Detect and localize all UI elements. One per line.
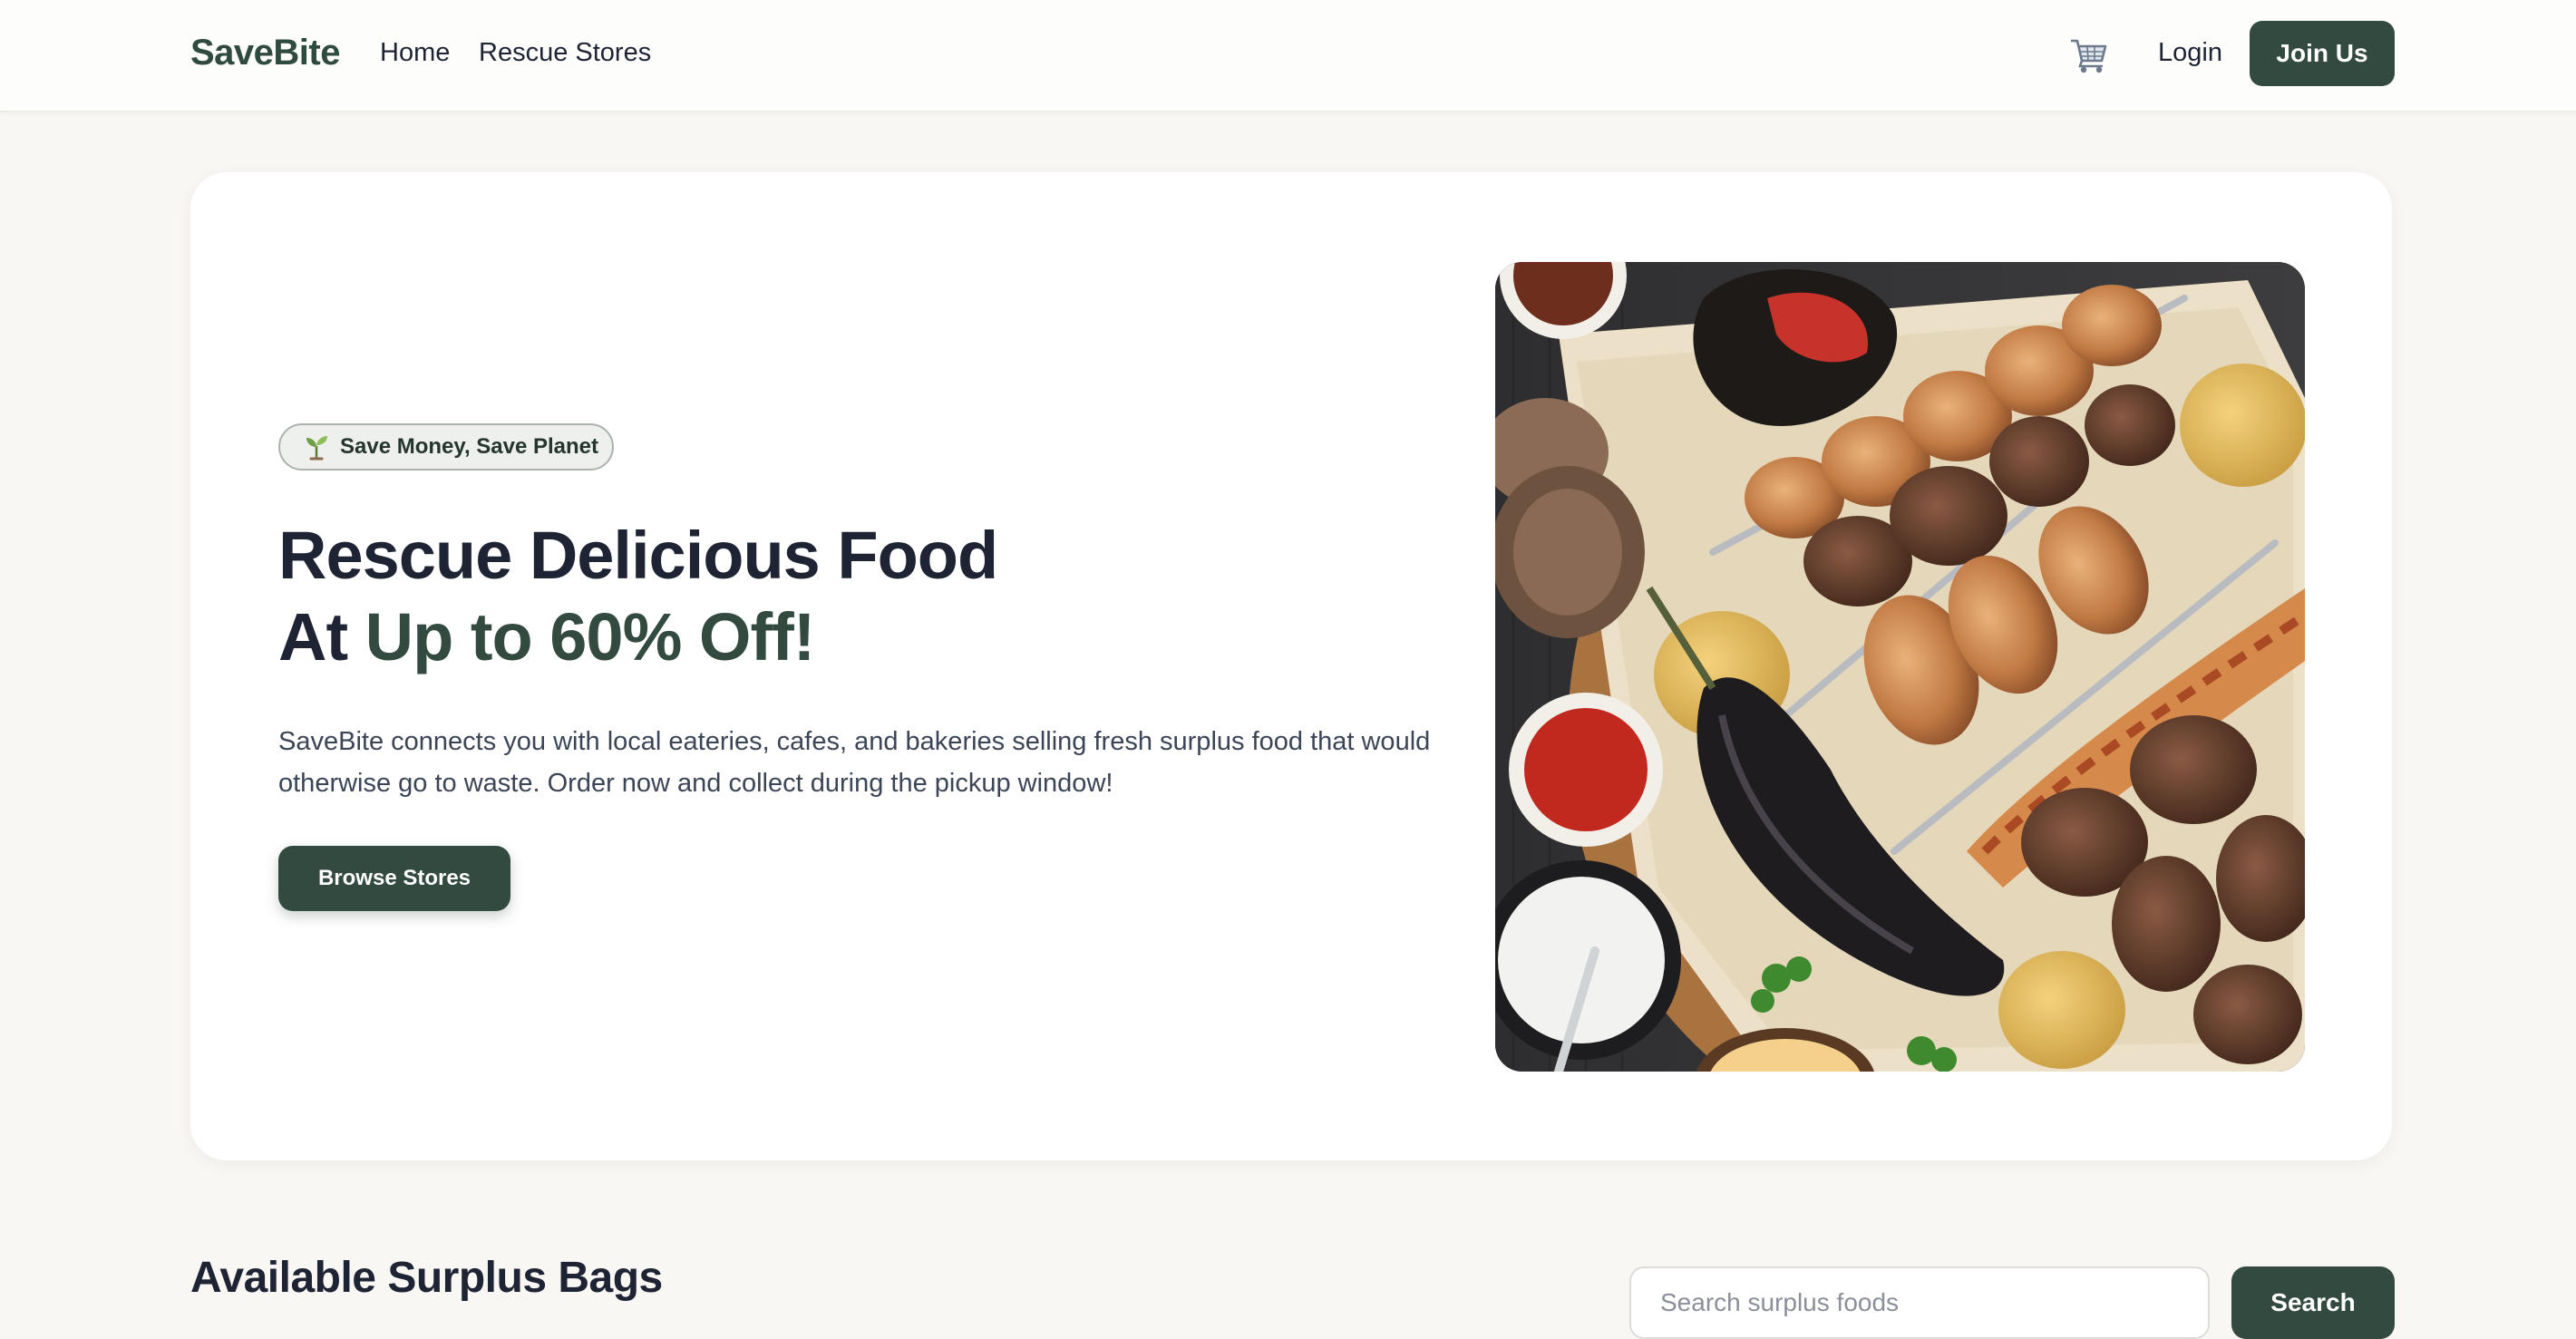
brand-logo[interactable]: SaveBite xyxy=(190,33,340,73)
seedling-icon xyxy=(304,433,329,461)
hero-title-line1: Rescue Delicious Food xyxy=(278,518,998,593)
hero-title: Rescue Delicious Food At Up to 60% Off! xyxy=(278,515,998,678)
browse-stores-button[interactable]: Browse Stores xyxy=(278,846,510,911)
hero-food-image xyxy=(1495,262,2305,1072)
top-navbar: SaveBite Home Rescue Stores Login Join U… xyxy=(0,0,2576,112)
nav-link-rescue-stores[interactable]: Rescue Stores xyxy=(479,38,651,68)
login-link[interactable]: Login xyxy=(2158,38,2222,68)
cart-icon[interactable] xyxy=(2069,36,2109,74)
nav-link-home[interactable]: Home xyxy=(380,38,450,68)
surplus-search-input[interactable] xyxy=(1629,1266,2210,1339)
hero-badge: Save Money, Save Planet xyxy=(278,423,614,471)
hero-badge-label: Save Money, Save Planet xyxy=(340,434,599,459)
search-button[interactable]: Search xyxy=(2231,1266,2395,1339)
join-us-button[interactable]: Join Us xyxy=(2250,21,2395,86)
section-title-surplus: Available Surplus Bags xyxy=(190,1254,663,1302)
hero-description: SaveBite connects you with local eaterie… xyxy=(278,727,1431,798)
hero-title-discount: Up to 60% Off! xyxy=(365,599,816,674)
hero-title-prefix: At xyxy=(278,599,365,674)
